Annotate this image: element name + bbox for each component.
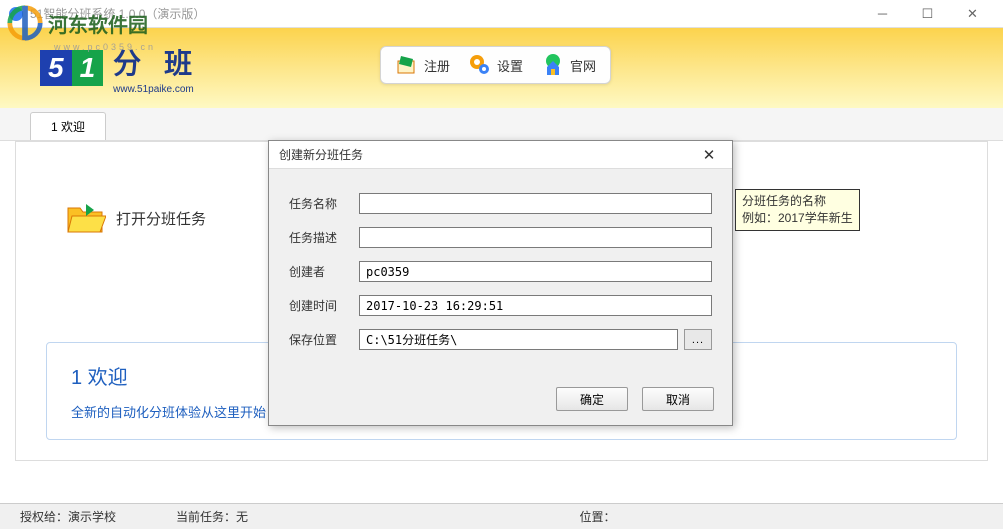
logo-51-icon: 51	[40, 50, 103, 86]
settings-label: 设置	[497, 56, 523, 75]
home-icon	[541, 53, 565, 77]
window-title: 51智能分班系统 1.0.0（演示版）	[30, 5, 860, 22]
website-label: 官网	[570, 56, 596, 75]
toolbar: 注册 设置 官网	[380, 46, 611, 84]
register-icon	[395, 53, 419, 77]
save-location-label: 保存位置	[289, 331, 359, 348]
watermark-logo-icon	[6, 4, 44, 42]
minimize-button[interactable]: ─	[860, 0, 905, 28]
website-button[interactable]: 官网	[541, 53, 596, 77]
status-licensed: 授权给：演示学校	[20, 508, 116, 525]
tab-bar: 1 欢迎	[0, 108, 1003, 141]
watermark-url: www.pc0359.cn	[54, 42, 156, 52]
dialog-title: 创建新分班任务	[279, 146, 696, 163]
gear-icon	[468, 53, 492, 77]
open-task-label: 打开分班任务	[116, 208, 206, 229]
watermark-overlay: 河东软件园 www.pc0359.cn	[6, 4, 148, 42]
close-button[interactable]: ✕	[950, 0, 995, 28]
register-label: 注册	[424, 56, 450, 75]
folder-icon	[66, 202, 106, 234]
dialog-close-button[interactable]: ✕	[696, 144, 722, 166]
create-time-input[interactable]	[359, 295, 712, 316]
status-bar: 授权给：演示学校 当前任务：无 位置：	[0, 503, 1003, 529]
browse-button[interactable]: ...	[684, 329, 712, 350]
creator-label: 创建者	[289, 263, 359, 280]
create-time-label: 创建时间	[289, 297, 359, 314]
settings-button[interactable]: 设置	[468, 53, 523, 77]
maximize-button[interactable]: ☐	[905, 0, 950, 28]
watermark-text: 河东软件园	[48, 9, 148, 38]
window-title-bar: 51智能分班系统 1.0.0（演示版） ─ ☐ ✕	[0, 0, 1003, 28]
creator-input[interactable]	[359, 261, 712, 282]
create-task-dialog: 创建新分班任务 ✕ 任务名称 任务描述 创建者 创建时间 保存位置 ... 确定…	[268, 140, 733, 426]
header: 51 分 班 www.51paike.com 注册 设置 官网	[0, 28, 1003, 108]
register-button[interactable]: 注册	[395, 53, 450, 77]
task-desc-input[interactable]	[359, 227, 712, 248]
dialog-title-bar: 创建新分班任务 ✕	[269, 141, 732, 169]
logo-url: www.51paike.com	[113, 84, 200, 95]
task-name-input[interactable]	[359, 193, 712, 214]
ok-button[interactable]: 确定	[556, 387, 628, 411]
save-location-input[interactable]	[359, 329, 678, 350]
task-desc-label: 任务描述	[289, 229, 359, 246]
status-current-task: 当前任务：无	[176, 508, 519, 525]
cancel-button[interactable]: 取消	[642, 387, 714, 411]
task-name-label: 任务名称	[289, 195, 359, 212]
task-name-tooltip: 分班任务的名称 例如：2017学年新生	[735, 189, 860, 231]
tab-welcome[interactable]: 1 欢迎	[30, 112, 106, 140]
status-location: 位置：	[580, 508, 923, 525]
